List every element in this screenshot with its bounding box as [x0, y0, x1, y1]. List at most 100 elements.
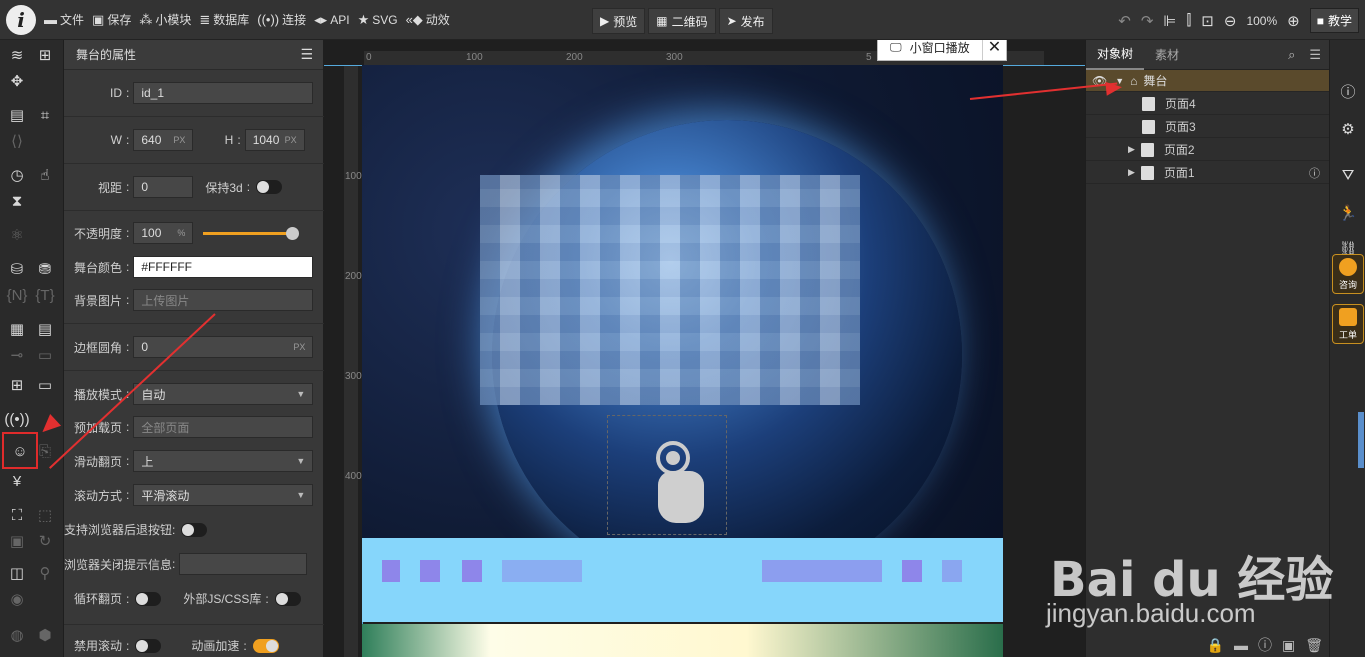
cube-icon[interactable]: ⬢ — [34, 624, 56, 646]
grid-icon[interactable]: ▦ — [6, 318, 28, 340]
align-center-icon[interactable]: ⫿ — [1186, 12, 1191, 29]
touch-icon[interactable]: ☝ — [34, 164, 56, 186]
badge-icon[interactable]: ◉ — [6, 588, 28, 610]
id-field[interactable]: id_1 — [133, 82, 314, 104]
run-icon[interactable]: 🏃 — [1339, 204, 1358, 222]
crop-icon[interactable]: ⌗ — [34, 104, 56, 126]
close-tip-field[interactable] — [179, 553, 308, 575]
redo-icon[interactable]: ↷ — [1141, 12, 1154, 30]
layers-icon[interactable]: ≋ — [6, 44, 28, 66]
db-table-icon[interactable]: ⛁ — [6, 258, 28, 280]
preview-button[interactable]: ▶ 预览 — [592, 8, 646, 34]
info-icon[interactable]: ⓘ — [1339, 82, 1357, 101]
tree-node-page2[interactable]: ▶ 页面2 — [1086, 139, 1330, 161]
back-button-toggle[interactable] — [181, 522, 208, 537]
clock-icon[interactable]: ◷ — [6, 164, 28, 186]
play-mode-select[interactable]: 自动 ▼ — [133, 383, 314, 405]
database-button[interactable]: ≣ 数据库 — [199, 11, 249, 28]
tab-object-tree[interactable]: 对象树 — [1086, 40, 1145, 70]
connect-button[interactable]: ((•)) 连接 — [257, 11, 306, 28]
menu-icon[interactable]: ☰ — [1309, 47, 1321, 63]
ruler-icon[interactable]: ▭ — [34, 374, 56, 396]
svg-button[interactable]: ★ SVG — [358, 12, 398, 28]
filter-icon[interactable]: ⛛ — [1339, 166, 1357, 184]
text-var-icon[interactable]: {T} — [34, 284, 56, 306]
tree-node-page4[interactable]: 页面4 — [1086, 93, 1330, 115]
close-tip-label: 浏览器关闭提示信息 — [64, 557, 173, 572]
qrcode-button[interactable]: ▦ 二维码 — [648, 8, 716, 34]
align-left-icon[interactable]: ⊫ — [1163, 12, 1176, 30]
close-icon[interactable]: ✕ — [982, 40, 1006, 60]
motion-button[interactable]: «◆ 动效 — [406, 11, 450, 28]
expand-icon[interactable]: ▶ — [1128, 167, 1135, 178]
publish-group: ▶ 预览 ▦ 二维码 ➤ 发布 — [592, 8, 773, 34]
zoom-in-icon[interactable]: ⊕ — [1287, 12, 1300, 30]
touch-hint-element[interactable] — [607, 415, 727, 535]
mini-window-label[interactable]: 小窗口播放 — [910, 40, 982, 56]
opacity-field[interactable]: 100% — [133, 222, 194, 244]
banner-block[interactable] — [362, 538, 1003, 622]
keep3d-toggle[interactable] — [256, 180, 283, 194]
file-menu[interactable]: ▬ 文件 — [44, 11, 84, 28]
tree-node-page3[interactable]: 页面3 — [1086, 116, 1330, 138]
width-field[interactable]: 640 PX — [133, 129, 194, 151]
publish-button[interactable]: ➤ 发布 — [718, 8, 773, 34]
undo-icon[interactable]: ↶ — [1118, 12, 1131, 30]
scroll-select[interactable]: 平滑滚动 ▼ — [133, 484, 314, 506]
book-icon[interactable]: ◫ — [6, 562, 28, 584]
search-icon[interactable]: ⌕ — [1288, 47, 1295, 63]
code-icon[interactable]: ⟨⟩ — [6, 130, 28, 152]
money-icon[interactable]: ¥ — [6, 470, 28, 492]
variable-icon[interactable]: {N} — [6, 284, 28, 306]
opacity-slider[interactable] — [203, 226, 300, 240]
zoom-out-icon[interactable]: ⊖ — [1224, 12, 1237, 30]
expand-icon[interactable]: ▶ — [1128, 144, 1135, 155]
slider-icon[interactable]: ⊸ — [6, 344, 28, 366]
stage-color-field[interactable]: #FFFFFF — [133, 256, 314, 278]
physics-icon[interactable]: ⚛ — [6, 224, 28, 246]
ticket-button[interactable]: 工单 — [1332, 304, 1364, 344]
stage-canvas[interactable]: 0 100 200 300 5 100 200 300 400 🖵 小窗口播放 … — [324, 40, 1085, 657]
earth-background-image[interactable] — [362, 65, 1003, 540]
fit-icon[interactable]: ⊡ — [1201, 12, 1214, 30]
tree-node-stage[interactable]: 👁 ▼ ⌂ 舞台 — [1086, 70, 1330, 92]
scrollbar[interactable] — [1358, 412, 1364, 468]
teach-button[interactable]: ■ 教学 — [1309, 8, 1359, 33]
input-icon[interactable]: ▭ — [34, 344, 56, 366]
db-record-icon[interactable]: ⛃ — [34, 258, 56, 280]
radius-field[interactable]: 0 PX — [133, 336, 314, 358]
table-icon[interactable]: ⊞ — [6, 374, 28, 396]
shake-icon[interactable]: ↻ — [34, 530, 56, 552]
location-icon[interactable]: ⚲ — [34, 562, 56, 584]
form-icon[interactable]: ▤ — [34, 318, 56, 340]
image-gallery-icon[interactable]: ⛶ — [6, 504, 28, 526]
move-icon[interactable]: ✥ — [6, 70, 28, 92]
mosaic-block — [382, 560, 400, 582]
table-layout-icon[interactable]: ⊞ — [34, 44, 56, 66]
module-button[interactable]: ⁂ 小模块 — [139, 11, 191, 28]
forest-image[interactable] — [362, 624, 1003, 657]
puzzle-icon[interactable]: ⬚ — [34, 504, 56, 526]
save-button[interactable]: ▣ 保存 — [92, 11, 131, 28]
slide-select[interactable]: 上 ▼ — [133, 450, 314, 472]
perspective-field[interactable]: 0 — [133, 176, 194, 198]
bg-image-field[interactable]: 上传图片 — [133, 289, 314, 311]
3d-icon[interactable]: ◍ — [6, 624, 28, 646]
extlib-toggle[interactable] — [274, 591, 301, 606]
height-field[interactable]: 1040 PX — [244, 129, 305, 151]
consult-button[interactable]: 咨询 — [1332, 254, 1364, 294]
photo-icon[interactable]: ▣ — [6, 530, 28, 552]
settings-icon[interactable]: ⚙ — [1339, 120, 1357, 138]
hourglass-icon[interactable]: ⧗ — [6, 190, 28, 212]
noscroll-toggle[interactable] — [135, 638, 162, 653]
api-button[interactable]: ◂▸ API — [314, 12, 349, 28]
menu-icon[interactable]: ☰ — [300, 46, 313, 63]
tree-node-page1[interactable]: ▶ 页面1 ⓘ — [1086, 162, 1330, 184]
preload-field[interactable]: 全部页面 — [133, 416, 314, 438]
tab-assets[interactable]: 素材 — [1144, 40, 1190, 70]
accel-toggle[interactable] — [252, 638, 279, 653]
info-logo[interactable]: i — [6, 4, 36, 35]
broadcast-icon[interactable]: ((•)) — [4, 408, 29, 430]
frame-icon[interactable]: ▤ — [6, 104, 28, 126]
loop-toggle[interactable] — [135, 591, 162, 606]
